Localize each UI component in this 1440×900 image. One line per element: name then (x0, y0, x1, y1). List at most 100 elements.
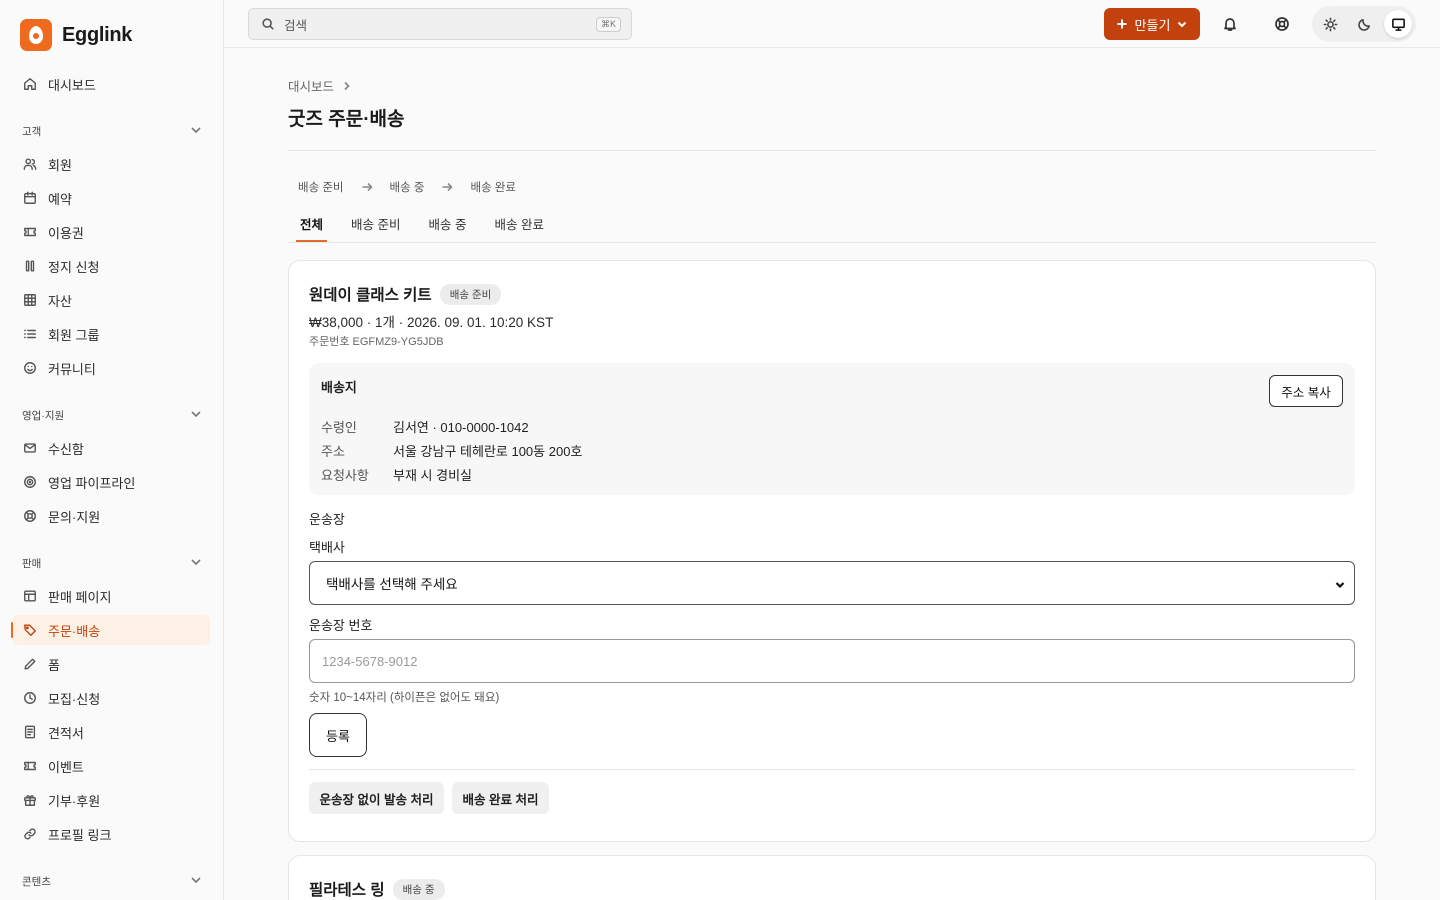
ticket-icon (23, 225, 37, 239)
create-button-label: 만들기 (1134, 17, 1171, 33)
chevron-down-icon (1335, 582, 1345, 589)
arrow-right-icon (362, 182, 373, 192)
sidebar-item-pipeline[interactable]: 영업 파이프라인 (12, 467, 210, 497)
section-label: 고객 (22, 125, 42, 138)
sidebar-item-label: 판매 페이지 (48, 589, 112, 605)
sidebar-item-reservations[interactable]: 예약 (12, 183, 210, 213)
address-value: 김서연 · 010-0000-1042 (393, 420, 529, 435)
status-tabs: 전체 배송 준비 배송 중 배송 완료 (288, 214, 560, 242)
mark-delivered-button[interactable]: 배송 완료 처리 (452, 782, 549, 814)
lifebuoy-icon (1275, 17, 1289, 31)
section-sales-support[interactable]: 영업·지원 (22, 406, 202, 424)
notifications-button[interactable] (1218, 12, 1242, 36)
pencil-icon (23, 657, 37, 671)
brand-name: Egglink (62, 23, 133, 46)
tracking-number-label: 운송장 번호 (309, 618, 373, 633)
chevron-right-icon (344, 81, 350, 90)
sidebar-item-label: 커뮤니티 (48, 361, 96, 377)
sidebar-item-label: 기부·후원 (48, 793, 101, 809)
sidebar-item-label: 프로필 링크 (48, 827, 112, 843)
carrier-select[interactable]: 택배사를 선택해 주세요 (309, 561, 1355, 605)
sidebar-item-profile-link[interactable]: 프로필 링크 (12, 819, 210, 849)
sidebar-item-label: 대시보드 (48, 77, 96, 93)
sidebar-item-label: 주문·배송 (48, 623, 101, 639)
brand-logo[interactable]: Egglink (20, 19, 132, 51)
order-card: 필라테스 링 배송 중 (288, 855, 1376, 900)
sidebar-item-label: 이용권 (48, 225, 84, 241)
theme-light-button[interactable] (1316, 10, 1344, 38)
theme-switcher (1312, 6, 1416, 42)
sidebar-item-assets[interactable]: 자산 (12, 285, 210, 315)
address-row-request: 요청사항 부재 시 경비실 (321, 465, 472, 484)
section-sales[interactable]: 판매 (22, 554, 202, 572)
sidebar-item-quotes[interactable]: 견적서 (12, 717, 210, 747)
sidebar-item-inbox[interactable]: 수신함 (12, 433, 210, 463)
tracking-number-hint: 숫자 10~14자리 (하이픈은 없어도 돼요) (309, 692, 500, 704)
status-badge: 배송 준비 (439, 283, 502, 305)
smile-icon (23, 361, 37, 375)
sidebar-item-donations[interactable]: 기부·후원 (12, 785, 210, 815)
address-key: 요청사항 (321, 468, 369, 483)
section-label: 영업·지원 (22, 409, 65, 422)
theme-dark-button[interactable] (1350, 10, 1378, 38)
sidebar-item-suspension[interactable]: 정지 신청 (12, 251, 210, 281)
theme-system-button[interactable] (1384, 10, 1412, 38)
monitor-icon (1391, 18, 1405, 31)
clock-icon (23, 691, 37, 705)
sidebar-item-sales-pages[interactable]: 판매 페이지 (12, 581, 210, 611)
tab-all[interactable]: 전체 (288, 214, 335, 242)
tab-preparing[interactable]: 배송 준비 (339, 214, 412, 242)
section-customers[interactable]: 고객 (22, 122, 202, 140)
main-content: 대시보드 굿즈 주문·배송 배송 준비 배송 중 배송 완료 전체 배송 준비 … (224, 48, 1440, 900)
sidebar-item-passes[interactable]: 이용권 (12, 217, 210, 247)
order-title: 원데이 클래스 키트 배송 준비 (309, 283, 502, 305)
tab-in-transit[interactable]: 배송 중 (417, 214, 479, 242)
sidebar-item-orders-shipping[interactable]: 주문·배송 (11, 615, 210, 645)
ticket-icon (23, 759, 37, 773)
header-divider (288, 150, 1376, 151)
sun-icon (1323, 17, 1337, 31)
copy-address-button[interactable]: 주소 복사 (1269, 375, 1343, 407)
section-label: 콘텐츠 (22, 875, 51, 888)
tab-delivered[interactable]: 배송 완료 (482, 214, 555, 242)
ship-without-waybill-button[interactable]: 운송장 없이 발송 처리 (309, 782, 444, 814)
sidebar-item-label: 자산 (48, 293, 72, 309)
sidebar-item-dashboard[interactable]: 대시보드 (12, 69, 210, 99)
layout-icon (23, 589, 37, 603)
sidebar-item-label: 예약 (48, 191, 72, 207)
sidebar-item-events[interactable]: 이벤트 (12, 751, 210, 781)
sidebar-item-members[interactable]: 회원 (12, 149, 210, 179)
sidebar-item-label: 회원 (48, 157, 72, 173)
address-row-address: 주소 서울 강남구 테헤란로 100동 200호 (321, 441, 582, 460)
sidebar-item-recruitment[interactable]: 모집·신청 (12, 683, 210, 713)
breadcrumb-dashboard-link[interactable]: 대시보드 (288, 76, 334, 95)
shipping-address-box: 배송지 주소 복사 수령인 김서연 · 010-0000-1042 주소 서울 … (309, 363, 1355, 495)
sidebar-item-member-groups[interactable]: 회원 그룹 (12, 319, 210, 349)
sidebar-item-label: 정지 신청 (48, 259, 100, 275)
register-button[interactable]: 등록 (309, 713, 367, 757)
help-button[interactable] (1270, 12, 1294, 36)
document-icon (23, 725, 37, 739)
search-input[interactable]: 검색 ⌘K (248, 8, 632, 40)
sidebar-item-support[interactable]: 문의·지원 (12, 501, 210, 531)
sidebar-item-community[interactable]: 커뮤니티 (12, 353, 210, 383)
product-name: 필라테스 링 (309, 882, 385, 899)
order-number: 주문번호 EGFMZ9-YG5JDB (309, 336, 444, 348)
address-row-recipient: 수령인 김서연 · 010-0000-1042 (321, 417, 529, 436)
breadcrumb: 대시보드 (288, 76, 352, 95)
mail-icon (23, 441, 37, 455)
sidebar-item-forms[interactable]: 폼 (12, 649, 210, 679)
egg-logo-icon (20, 19, 52, 51)
users-icon (23, 157, 37, 171)
link-icon (23, 827, 37, 841)
waybill-section-title: 운송장 (309, 512, 345, 527)
moon-icon (1357, 18, 1370, 31)
topbar: 검색 ⌘K 만들기 (224, 0, 1440, 48)
pause-icon (23, 259, 37, 273)
sidebar-item-label: 이벤트 (48, 759, 84, 775)
create-button[interactable]: 만들기 (1104, 8, 1200, 40)
sidebar: Egglink 대시보드 고객 회원 예약 이용권 정지 신청 자산 회원 그룹… (0, 0, 224, 900)
section-content[interactable]: 콘텐츠 (22, 872, 202, 890)
shipping-address-title: 배송지 (321, 380, 357, 395)
tracking-number-input[interactable]: 1234-5678-9012 (309, 639, 1355, 683)
